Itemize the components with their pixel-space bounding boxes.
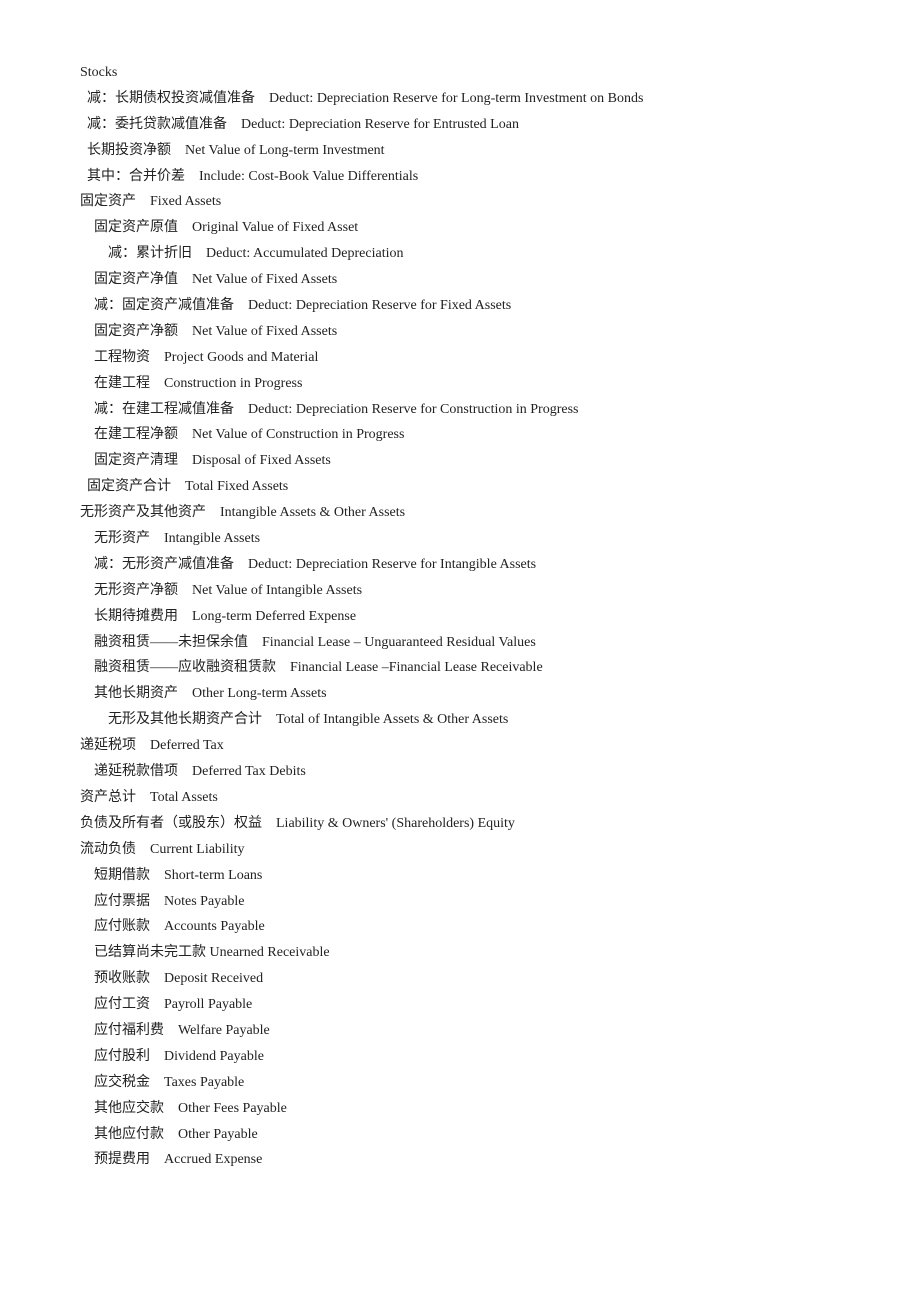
list-item: 减：在建工程减值准备 Deduct: Depreciation Reserve … — [80, 397, 840, 423]
list-item: 递延税款借项 Deferred Tax Debits — [80, 759, 840, 785]
list-item: 减：长期债权投资减值准备 Deduct: Depreciation Reserv… — [80, 86, 840, 112]
list-item: 在建工程净额 Net Value of Construction in Prog… — [80, 422, 840, 448]
list-item: 减：无形资产减值准备 Deduct: Depreciation Reserve … — [80, 552, 840, 578]
list-item: 减：委托贷款减值准备 Deduct: Depreciation Reserve … — [80, 112, 840, 138]
list-item: 无形资产及其他资产 Intangible Assets & Other Asse… — [80, 500, 840, 526]
list-item: 无形及其他长期资产合计 Total of Intangible Assets &… — [80, 707, 840, 733]
list-item: 其他长期资产 Other Long-term Assets — [80, 681, 840, 707]
list-item: 在建工程 Construction in Progress — [80, 371, 840, 397]
list-item: 固定资产净值 Net Value of Fixed Assets — [80, 267, 840, 293]
list-item: 其他应交款 Other Fees Payable — [80, 1096, 840, 1122]
list-item: 融资租赁——应收融资租赁款 Financial Lease –Financial… — [80, 655, 840, 681]
list-item: 应付账款 Accounts Payable — [80, 914, 840, 940]
list-item: 其他应付款 Other Payable — [80, 1122, 840, 1148]
list-item: 工程物资 Project Goods and Material — [80, 345, 840, 371]
list-item: 融资租赁——未担保余值 Financial Lease – Unguarante… — [80, 630, 840, 656]
list-item: 长期投资净额 Net Value of Long-term Investment — [80, 138, 840, 164]
list-item: 固定资产 Fixed Assets — [80, 189, 840, 215]
list-item: 预收账款 Deposit Received — [80, 966, 840, 992]
list-item: 固定资产清理 Disposal of Fixed Assets — [80, 448, 840, 474]
list-item: 短期借款 Short-term Loans — [80, 863, 840, 889]
list-item: 无形资产净额 Net Value of Intangible Assets — [80, 578, 840, 604]
list-item: 流动负债 Current Liability — [80, 837, 840, 863]
list-item: Stocks — [80, 60, 840, 86]
list-item: 长期待摊费用 Long-term Deferred Expense — [80, 604, 840, 630]
content-area: Stocks 减：长期债权投资减值准备 Deduct: Depreciation… — [80, 60, 840, 1173]
list-item: 资产总计 Total Assets — [80, 785, 840, 811]
list-item: 应付福利费 Welfare Payable — [80, 1018, 840, 1044]
list-item: 固定资产合计 Total Fixed Assets — [80, 474, 840, 500]
list-item: 固定资产净额 Net Value of Fixed Assets — [80, 319, 840, 345]
list-item: 预提费用 Accrued Expense — [80, 1147, 840, 1173]
list-item: 已结算尚未完工款 Unearned Receivable — [80, 940, 840, 966]
list-item: 固定资产原值 Original Value of Fixed Asset — [80, 215, 840, 241]
list-item: 负债及所有者（或股东）权益 Liability & Owners' (Share… — [80, 811, 840, 837]
list-item: 递延税项 Deferred Tax — [80, 733, 840, 759]
list-item: 减：累计折旧 Deduct: Accumulated Depreciation — [80, 241, 840, 267]
list-item: 应交税金 Taxes Payable — [80, 1070, 840, 1096]
list-item: 减：固定资产减值准备 Deduct: Depreciation Reserve … — [80, 293, 840, 319]
list-item: 应付工资 Payroll Payable — [80, 992, 840, 1018]
list-item: 应付票据 Notes Payable — [80, 889, 840, 915]
list-item: 应付股利 Dividend Payable — [80, 1044, 840, 1070]
list-item: 无形资产 Intangible Assets — [80, 526, 840, 552]
list-item: 其中：合并价差 Include: Cost-Book Value Differe… — [80, 164, 840, 190]
